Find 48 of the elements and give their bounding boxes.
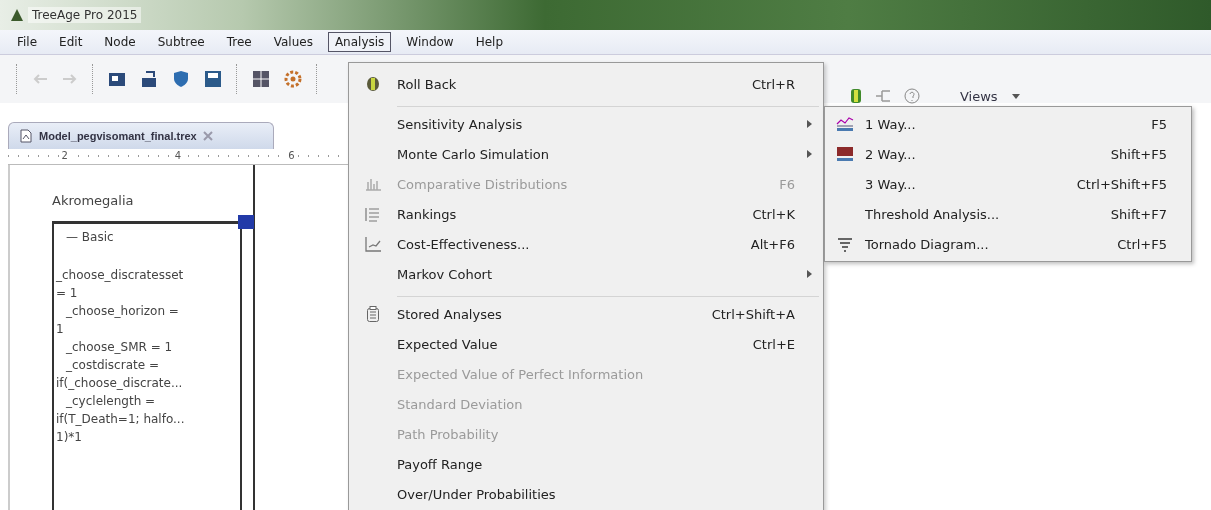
views-dropdown[interactable]: Views — [960, 88, 1020, 104]
node-label: Akromegalia — [52, 193, 134, 208]
shortcut-label: F6 — [779, 176, 795, 192]
node-heading: — Basic — [65, 229, 115, 246]
menu-option[interactable]: 1 Way... F5 — [825, 109, 1191, 139]
menu-item[interactable]: Edit — [52, 32, 90, 52]
node-text-line: _choose_horizon = — [65, 303, 180, 320]
node-text-line: _cyclelength = — [65, 393, 157, 410]
shortcut-label: Ctrl+Shift+A — [711, 306, 795, 322]
menu-option[interactable]: Stored Analyses Ctrl+Shift+A — [349, 299, 823, 329]
menu-item[interactable]: Help — [468, 32, 511, 52]
shortcut-label: Shift+F5 — [1110, 146, 1167, 162]
menu-item[interactable]: Tree — [219, 32, 259, 52]
shortcut-label: Ctrl+F5 — [1117, 236, 1167, 252]
menu-item[interactable]: Subtree — [150, 32, 212, 52]
node-text-line: = 1 — [56, 285, 79, 302]
menu-option[interactable]: Monte Carlo Simulation — [349, 139, 823, 169]
shortcut-label: Ctrl+E — [752, 336, 795, 352]
shortcut-label: F5 — [1151, 116, 1167, 132]
menu-option[interactable]: Threshold Analysis... Shift+F7 — [825, 199, 1191, 229]
menu-option[interactable]: Sensitivity Analysis — [349, 109, 823, 139]
menu-option[interactable]: Tornado Diagram... Ctrl+F5 — [825, 229, 1191, 259]
menu-option[interactable]: 3 Way... Ctrl+Shift+F5 — [825, 169, 1191, 199]
node-text-line: 1)*1 — [56, 429, 83, 446]
node-text-line: 1 — [56, 321, 65, 338]
shortcut-label: Ctrl+K — [752, 206, 795, 222]
window-title: TreeAge Pro 2015 — [28, 7, 142, 23]
menu-item[interactable]: Node — [97, 32, 143, 52]
menu-item[interactable]: Window — [399, 32, 461, 52]
menu-option[interactable]: 2 Way... Shift+F5 — [825, 139, 1191, 169]
menu-item[interactable]: Analysis — [327, 32, 392, 52]
node-text-line: if(_choose_discrate... — [56, 375, 184, 392]
menu-option[interactable]: Rankings Ctrl+K — [349, 199, 823, 229]
menu-option[interactable]: Expected Value Ctrl+E — [349, 329, 823, 359]
editor-tab[interactable]: Model_pegvisomant_final.trex — [8, 122, 274, 149]
node-text-line: if(T_Death=1; halfo... — [56, 411, 186, 428]
node-text-line: _choose_SMR = 1 — [65, 339, 174, 356]
shortcut-label: Alt+F6 — [750, 236, 795, 252]
menu-option[interactable]: Over/Under Probabilities — [349, 479, 823, 509]
node-text-line: _costdiscrate = — [65, 357, 160, 374]
menu-item[interactable]: Values — [266, 32, 320, 52]
menu-option[interactable]: Cost-Effectiveness... Alt+F6 — [349, 229, 823, 259]
shortcut-label: Ctrl+R — [751, 76, 795, 92]
node-text-line: _choose_discratesset — [56, 267, 185, 284]
shortcut-label: Ctrl+Shift+F5 — [1076, 176, 1167, 192]
shortcut-label: Shift+F7 — [1110, 206, 1167, 222]
menu-item[interactable]: File — [10, 32, 45, 52]
menu-option[interactable]: Payoff Range — [349, 449, 823, 479]
